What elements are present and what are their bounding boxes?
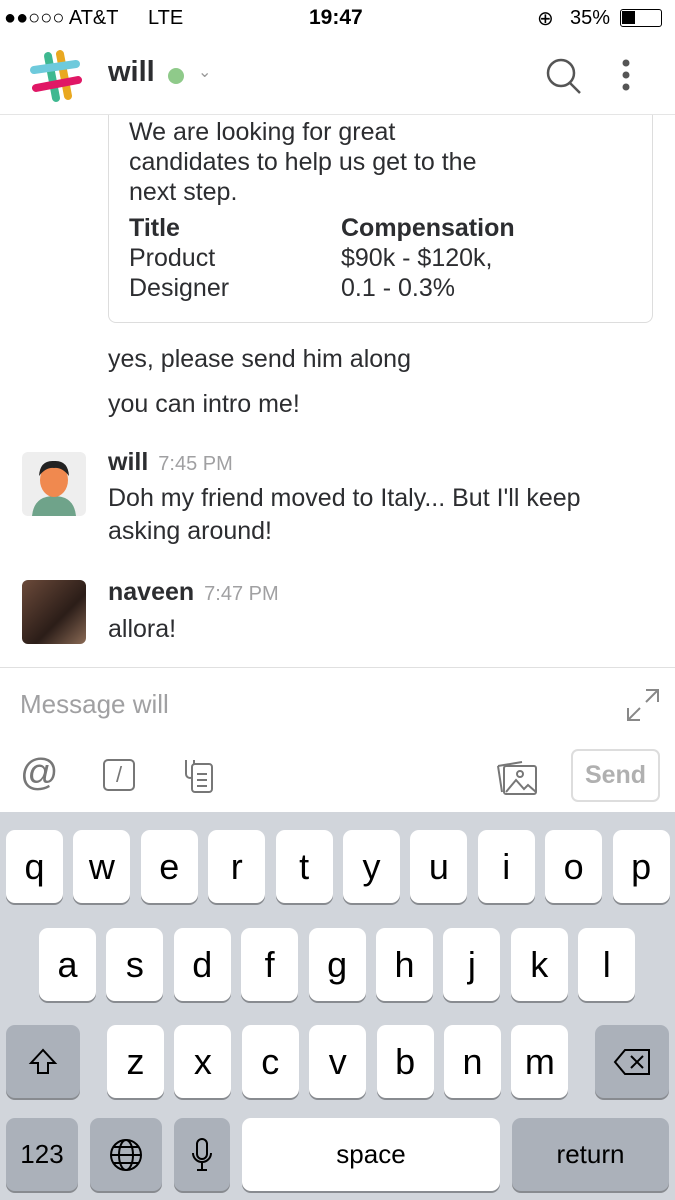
table-cell: Designer (129, 274, 230, 302)
delete-key[interactable] (595, 1025, 669, 1098)
key-w[interactable]: w (73, 830, 131, 903)
timestamp: 7:47 PM (204, 583, 279, 605)
microphone-icon (192, 1137, 212, 1171)
return-key[interactable]: return (512, 1118, 669, 1191)
avatar[interactable] (22, 452, 86, 516)
rotation-lock-icon: ⊕ (537, 8, 554, 30)
avatar[interactable] (22, 580, 86, 644)
key-s[interactable]: s (106, 928, 164, 1001)
key-p[interactable]: p (612, 830, 670, 903)
key-e[interactable]: e (140, 830, 198, 903)
card-line: next step. (129, 178, 238, 206)
attach-file-icon[interactable] (180, 756, 216, 796)
author-name[interactable]: will (108, 448, 148, 476)
card-line: candidates to help us get to the (129, 148, 477, 176)
presence-dot (168, 68, 184, 84)
key-y[interactable]: y (343, 830, 400, 903)
key-n[interactable]: n (444, 1025, 501, 1098)
table-header: Title (129, 214, 180, 242)
key-t[interactable]: t (275, 830, 333, 903)
chevron-down-icon[interactable]: ⌄ (198, 62, 211, 82)
more-icon[interactable] (616, 58, 636, 94)
globe-icon (110, 1138, 142, 1171)
keyboard: q w e r t y u i o p a s d f g h j k l z x c v b n m 123 space return (0, 812, 675, 1200)
key-q[interactable]: q (6, 830, 63, 903)
clock: 19:47 (309, 6, 363, 29)
message-input[interactable]: Message will (20, 689, 169, 720)
slash-command-icon[interactable]: / (103, 759, 135, 791)
timestamp: 7:45 PM (158, 453, 233, 475)
space-key[interactable]: space (242, 1118, 500, 1191)
key-c[interactable]: c (241, 1025, 299, 1098)
key-a[interactable]: a (39, 928, 96, 1001)
key-k[interactable]: k (510, 928, 568, 1001)
shift-key[interactable] (6, 1025, 80, 1098)
key-b[interactable]: b (376, 1025, 434, 1098)
key-g[interactable]: g (308, 928, 366, 1001)
message-text: Doh my friend moved to Italy... But I'll… (108, 484, 581, 545)
message-meta: naveen 7:47 PM (108, 578, 279, 607)
message-text: yes, please send him along (108, 345, 411, 373)
card-line: We are looking for great (129, 118, 396, 146)
card-table: Title Compensation Product $90k - $120k,… (129, 213, 632, 303)
shift-icon (28, 1048, 58, 1074)
battery-percent: 35% (570, 7, 611, 29)
mention-icon[interactable]: @ (20, 752, 59, 795)
key-h[interactable]: h (376, 928, 433, 1001)
key-m[interactable]: m (511, 1025, 569, 1098)
status-bar: ●●○○○ AT&T LTE 19:47 ⊕ 35% (0, 0, 675, 38)
key-o[interactable]: o (545, 830, 603, 903)
dictation-key[interactable] (174, 1118, 230, 1191)
backspace-icon (613, 1048, 650, 1075)
photo-icon[interactable] (494, 756, 540, 796)
table-cell: 0.1 - 0.3% (341, 274, 455, 302)
channel-name[interactable]: will (108, 56, 155, 89)
key-l[interactable]: l (578, 928, 636, 1001)
key-x[interactable]: x (174, 1025, 232, 1098)
key-d[interactable]: d (173, 928, 231, 1001)
key-f[interactable]: f (241, 928, 299, 1001)
key-r[interactable]: r (208, 830, 266, 903)
table-header: Compensation (341, 214, 515, 242)
table-cell: $90k - $120k, (341, 244, 493, 272)
table-cell: Product (129, 244, 216, 272)
search-icon[interactable] (544, 56, 584, 96)
carrier: ●●○○○ AT&T (4, 7, 119, 29)
message-text: allora! (108, 615, 177, 643)
key-u[interactable]: u (410, 830, 468, 903)
network: LTE (148, 7, 184, 29)
expand-icon[interactable] (626, 688, 660, 722)
send-button[interactable]: Send (571, 749, 660, 802)
battery-icon (620, 9, 662, 27)
globe-key[interactable] (90, 1118, 162, 1191)
channel-header: will ⌄ (0, 38, 675, 115)
key-i[interactable]: i (477, 830, 535, 903)
key-j[interactable]: j (443, 928, 501, 1001)
message-meta: will 7:45 PM (108, 448, 233, 477)
attachment-card: We are looking for great candidates to h… (108, 115, 653, 323)
key-v[interactable]: v (309, 1025, 367, 1098)
numbers-key[interactable]: 123 (6, 1118, 78, 1191)
message-text: you can intro me! (108, 390, 300, 418)
key-z[interactable]: z (107, 1025, 164, 1098)
slack-logo (30, 50, 82, 102)
message-list[interactable]: We are looking for great candidates to h… (0, 115, 675, 668)
author-name[interactable]: naveen (108, 578, 194, 606)
